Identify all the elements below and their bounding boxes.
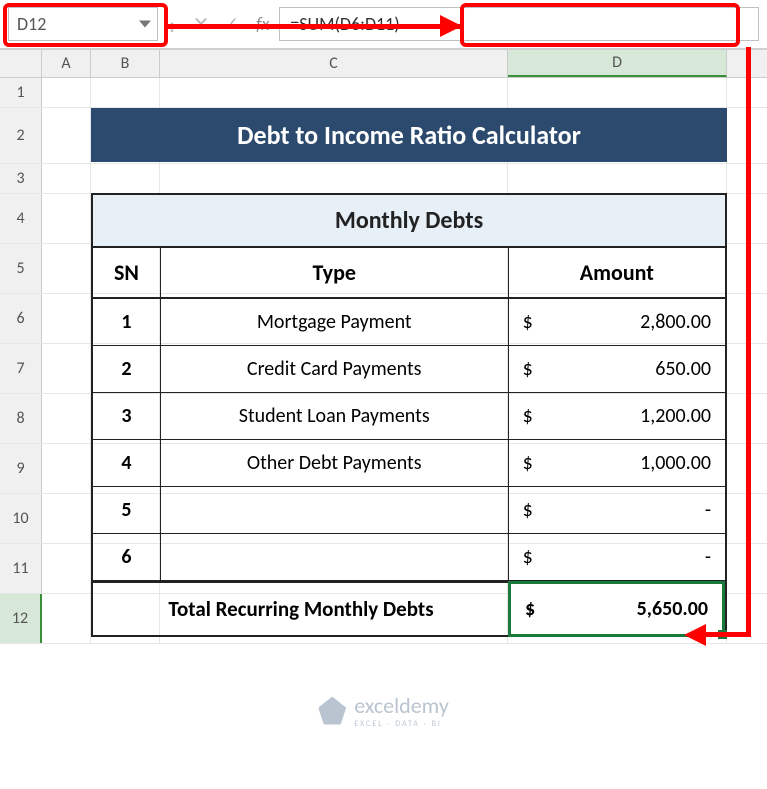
row-header-11[interactable]: 11 xyxy=(0,544,42,593)
cell-sn[interactable]: 2 xyxy=(93,346,161,392)
table-row: 5 $ - xyxy=(93,487,725,534)
cell-sn[interactable]: 1 xyxy=(93,299,161,345)
cell[interactable] xyxy=(42,494,91,543)
table-row: 6 $ - xyxy=(93,534,725,581)
cell[interactable] xyxy=(42,594,91,643)
cell[interactable] xyxy=(42,444,91,493)
column-headers: A B C D xyxy=(0,50,767,78)
cell[interactable] xyxy=(91,78,160,107)
cell[interactable] xyxy=(42,78,91,107)
table-row: 1 Mortgage Payment $ 2,800.00 xyxy=(93,299,725,346)
formula-text: =SUM(D6:D11) xyxy=(290,13,399,35)
grid-body: 1 2 3 4 5 6 7 xyxy=(0,78,767,644)
cell-amount[interactable]: $ 2,800.00 xyxy=(509,299,725,345)
col-type: Type xyxy=(161,248,509,297)
col-header-c[interactable]: C xyxy=(160,50,508,77)
monthly-debts-table: Monthly Debts SN Type Amount 1 Mortgage … xyxy=(91,193,727,637)
cell[interactable] xyxy=(42,244,91,293)
page-title: Debt to Income Ratio Calculator xyxy=(91,108,727,162)
cell-amount[interactable]: $ 650.00 xyxy=(509,346,725,392)
name-box[interactable]: D12 xyxy=(8,7,158,41)
table-row: 3 Student Loan Payments $ 1,200.00 xyxy=(93,393,725,440)
table-total-row: Total Recurring Monthly Debts $ 5,650.00 xyxy=(93,581,725,635)
confirm-icon[interactable]: ✓ xyxy=(216,9,246,39)
cell[interactable] xyxy=(160,164,508,193)
cell-amount[interactable]: $ 1,000.00 xyxy=(509,440,725,486)
row-header-1[interactable]: 1 xyxy=(0,78,42,107)
select-all-corner[interactable] xyxy=(0,50,42,77)
fx-icon[interactable]: fx xyxy=(256,13,269,35)
col-header-d[interactable]: D xyxy=(508,50,727,77)
cell-sn[interactable]: 6 xyxy=(93,534,161,580)
cell[interactable] xyxy=(42,544,91,593)
row-1: 1 xyxy=(0,78,767,108)
cell-amount[interactable]: $ - xyxy=(509,487,725,533)
fill-handle-icon[interactable] xyxy=(718,630,727,639)
total-label: Total Recurring Monthly Debts xyxy=(93,583,510,635)
row-header-8[interactable]: 8 xyxy=(0,394,42,443)
total-amount-cell[interactable]: $ 5,650.00 xyxy=(508,581,725,637)
cell-type[interactable]: Mortgage Payment xyxy=(161,299,509,345)
cell-type[interactable] xyxy=(161,534,509,580)
row-header-7[interactable]: 7 xyxy=(0,344,42,393)
cell-type[interactable]: Other Debt Payments xyxy=(161,440,509,486)
cell-sn[interactable]: 3 xyxy=(93,393,161,439)
cell-type[interactable] xyxy=(161,487,509,533)
cell[interactable] xyxy=(42,108,91,163)
cell-amount[interactable]: $ 1,200.00 xyxy=(509,393,725,439)
row-header-6[interactable]: 6 xyxy=(0,294,42,343)
row-header-12[interactable]: 12 xyxy=(0,594,42,643)
row-header-3[interactable]: 3 xyxy=(0,164,42,193)
formula-bar: D12 : ✕ ✓ fx =SUM(D6:D11) xyxy=(0,0,767,50)
table-column-row: SN Type Amount xyxy=(93,248,725,299)
cell[interactable] xyxy=(42,344,91,393)
watermark-brand: exceldemy xyxy=(354,692,449,719)
table-header: Monthly Debts xyxy=(93,195,725,248)
row-header-5[interactable]: 5 xyxy=(0,244,42,293)
cancel-icon[interactable]: ✕ xyxy=(186,9,216,39)
table-row: 2 Credit Card Payments $ 650.00 xyxy=(93,346,725,393)
cell-sn[interactable]: 5 xyxy=(93,487,161,533)
cell[interactable] xyxy=(42,294,91,343)
col-sn: SN xyxy=(93,248,161,297)
cell[interactable] xyxy=(42,194,91,243)
table-row: 4 Other Debt Payments $ 1,000.00 xyxy=(93,440,725,487)
cell-type[interactable]: Credit Card Payments xyxy=(161,346,509,392)
row-3: 3 xyxy=(0,164,767,194)
watermark-tagline: EXCEL · DATA · BI xyxy=(354,719,449,729)
cell-amount[interactable]: $ - xyxy=(509,534,725,580)
row-header-9[interactable]: 9 xyxy=(0,444,42,493)
logo-icon xyxy=(318,697,346,725)
cell[interactable] xyxy=(508,78,727,107)
cell[interactable] xyxy=(160,78,508,107)
cell-sn[interactable]: 4 xyxy=(93,440,161,486)
cell[interactable] xyxy=(42,164,91,193)
formula-input[interactable]: =SUM(D6:D11) xyxy=(279,7,759,41)
col-header-a[interactable]: A xyxy=(42,50,91,77)
row-header-2[interactable]: 2 xyxy=(0,108,42,163)
cell[interactable] xyxy=(42,394,91,443)
cell[interactable] xyxy=(91,164,160,193)
cell-type[interactable]: Student Loan Payments xyxy=(161,393,509,439)
name-box-value: D12 xyxy=(17,13,46,35)
row-header-10[interactable]: 10 xyxy=(0,494,42,543)
dropdown-icon[interactable] xyxy=(139,21,151,28)
row-header-4[interactable]: 4 xyxy=(0,194,42,243)
col-amount: Amount xyxy=(509,248,725,297)
cell[interactable] xyxy=(508,164,727,193)
separator: : xyxy=(158,11,186,38)
watermark: exceldemy EXCEL · DATA · BI xyxy=(318,692,449,729)
col-header-b[interactable]: B xyxy=(91,50,160,77)
